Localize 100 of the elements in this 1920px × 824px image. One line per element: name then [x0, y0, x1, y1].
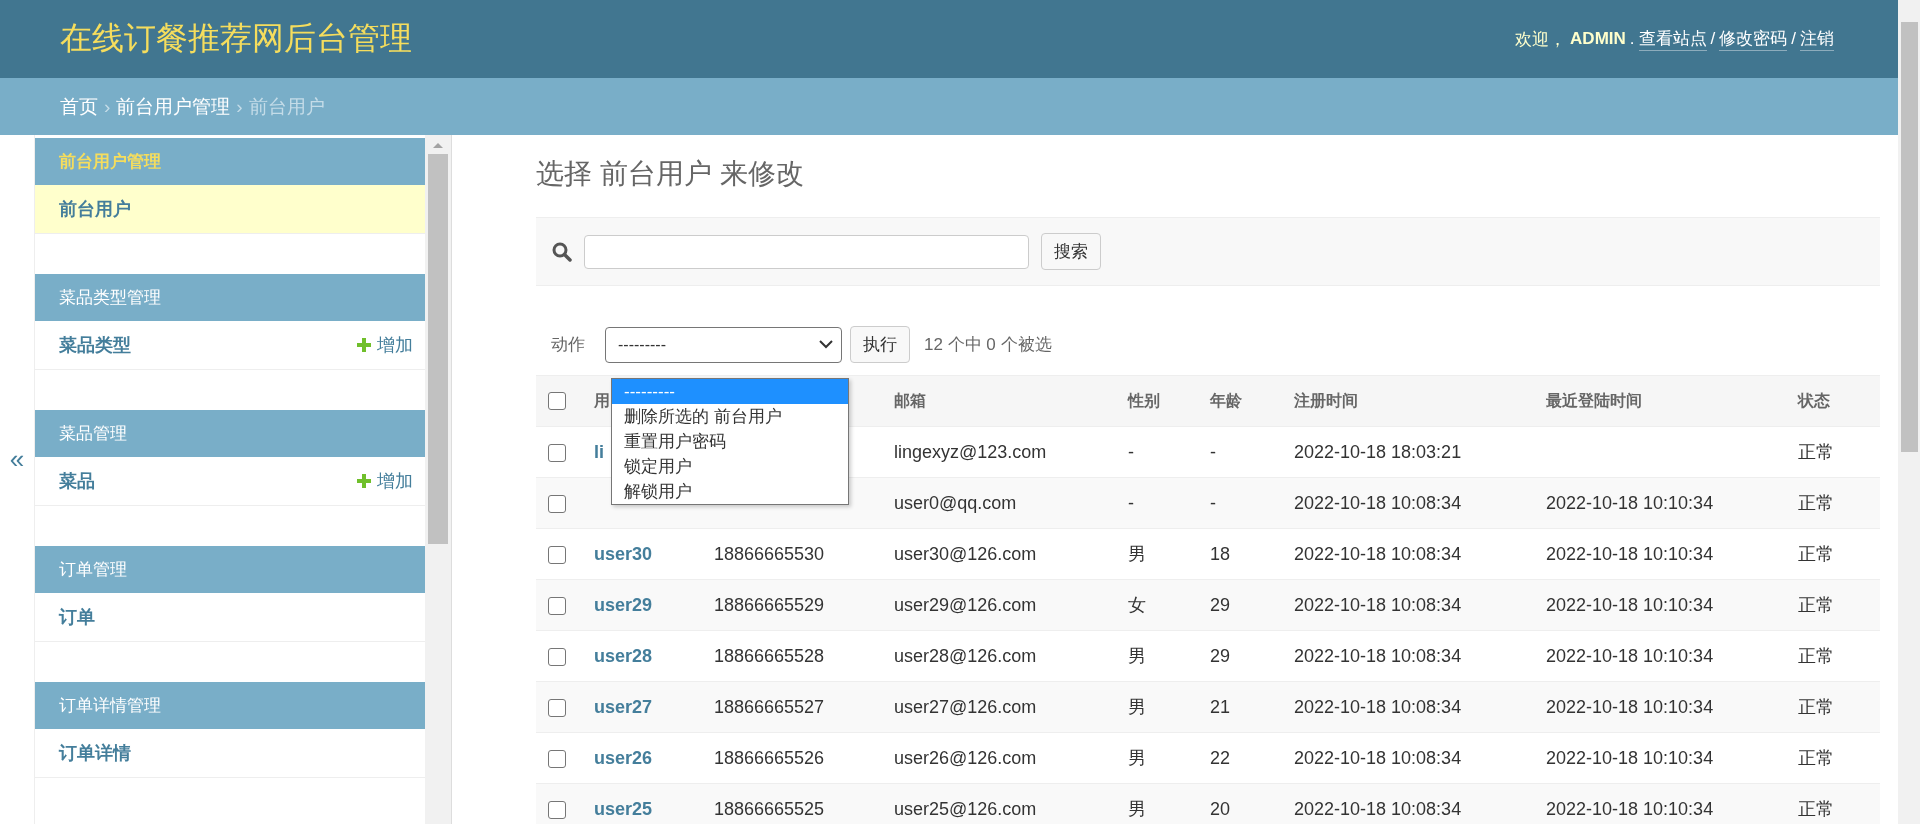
table-cell: - [1210, 441, 1216, 462]
column-header[interactable]: 用 [594, 391, 610, 409]
module-caption[interactable]: 菜品管理 [35, 410, 425, 457]
model-name[interactable]: 订单 [59, 605, 95, 629]
username-link[interactable]: user30 [594, 543, 653, 564]
dropdown-option[interactable]: 锁定用户 [612, 454, 848, 479]
row-checkbox[interactable] [548, 494, 566, 513]
add-link[interactable]: 增加 [357, 469, 413, 493]
table-cell: 2022-10-18 10:10:34 [1546, 696, 1714, 717]
column-header[interactable]: 最近登陆时间 [1546, 391, 1642, 409]
row-checkbox[interactable] [548, 698, 566, 717]
table-cell: 2022-10-18 10:08:34 [1294, 543, 1462, 564]
model-name[interactable]: 前台用户 [59, 197, 131, 221]
action-label: 动作 [551, 334, 585, 356]
table-cell: user27@126.com [894, 696, 1037, 717]
row-checkbox[interactable] [548, 647, 566, 666]
table-cell: - [1128, 492, 1134, 513]
dropdown-option[interactable]: 删除所选的 前台用户 [612, 404, 848, 429]
table-cell: 男 [1128, 646, 1146, 666]
table-cell: user26@126.com [894, 747, 1037, 768]
search-button[interactable]: 搜索 [1041, 233, 1101, 270]
table-cell: 20 [1210, 798, 1231, 819]
username-link[interactable]: user29 [594, 594, 653, 615]
plus-icon [357, 474, 371, 488]
table-cell: 2022-10-18 18:03:21 [1294, 441, 1462, 462]
header-link[interactable]: 修改密码 [1719, 27, 1788, 51]
select-all-checkbox[interactable] [548, 392, 566, 411]
table-cell: - [1128, 441, 1134, 462]
table-cell: 2022-10-18 10:08:34 [1294, 594, 1462, 615]
username: ADMIN [1570, 29, 1626, 49]
table-cell: 18866665525 [714, 798, 825, 819]
table-cell: user25@126.com [894, 798, 1037, 819]
table-cell: 男 [1128, 799, 1146, 819]
search-field[interactable] [584, 234, 1029, 269]
table-cell: 2022-10-18 10:10:34 [1546, 594, 1714, 615]
column-header[interactable]: 性别 [1128, 391, 1160, 409]
row-checkbox[interactable] [548, 749, 566, 768]
site-title: 在线订餐推荐网后台管理 [60, 19, 412, 58]
column-header[interactable]: 注册时间 [1294, 391, 1358, 409]
header-link[interactable]: 查看站点 [1638, 27, 1707, 51]
table-cell: - [1210, 492, 1216, 513]
username-link[interactable]: user28 [594, 645, 653, 666]
table-cell: 2022-10-18 10:08:34 [1294, 798, 1462, 819]
table-cell: 正常 [1798, 697, 1834, 717]
column-header[interactable]: 年龄 [1210, 391, 1242, 409]
model-name[interactable]: 菜品 [59, 469, 95, 493]
table-cell: 18866665530 [714, 543, 825, 564]
column-header[interactable]: 状态 [1798, 391, 1830, 409]
username-link[interactable]: user26 [594, 747, 653, 768]
row-checkbox[interactable] [548, 443, 566, 462]
separator: / [1791, 29, 1796, 49]
page-title: 选择 前台用户 来修改 [536, 157, 805, 191]
header-link[interactable]: 注销 [1800, 27, 1834, 51]
breadcrumb: 前台用户 [248, 94, 325, 119]
dropdown-option[interactable]: 解锁用户 [612, 479, 848, 504]
table-cell: 21 [1210, 696, 1231, 717]
sidebar-item[interactable]: 菜品 增加 [35, 457, 425, 506]
table-cell: 正常 [1798, 799, 1834, 819]
table-cell: 2022-10-18 10:10:34 [1546, 798, 1714, 819]
table-cell: 2022-10-18 10:08:34 [1294, 492, 1462, 513]
selection-counter: 12 个中 0 个被选 [924, 334, 1052, 356]
chevron-icon [819, 340, 833, 349]
breadcrumb[interactable]: 前台用户管理 [116, 93, 231, 120]
table-cell: 男 [1128, 544, 1146, 564]
table-cell: 18 [1210, 543, 1231, 564]
table-cell: 男 [1128, 697, 1146, 717]
row-checkbox[interactable] [548, 545, 566, 564]
table-cell: 正常 [1798, 493, 1834, 513]
breadcrumb-separator: › [236, 95, 243, 118]
page-scrollbar[interactable] [1898, 0, 1920, 824]
sidebar-item[interactable]: 菜品类型 增加 [35, 321, 425, 370]
welcome-text: 欢迎， [1515, 28, 1567, 51]
column-header[interactable]: 邮箱 [894, 391, 926, 409]
sidebar-scrollbar[interactable] [425, 135, 452, 824]
separator: . [1629, 29, 1635, 49]
username-link[interactable]: user27 [594, 696, 653, 717]
sidebar-item[interactable]: 前台用户 [35, 185, 425, 234]
dropdown-option[interactable]: --------- [612, 379, 848, 404]
module-caption[interactable]: 订单管理 [35, 546, 425, 593]
module-caption[interactable]: 菜品类型管理 [35, 274, 425, 321]
search-icon [552, 241, 572, 262]
collapse-sidebar-toggle[interactable]: « [9, 444, 25, 475]
dropdown-option[interactable]: 重置用户密码 [612, 429, 848, 454]
go-button[interactable]: 执行 [850, 326, 910, 363]
table-cell: 22 [1210, 747, 1231, 768]
add-link[interactable]: 增加 [357, 333, 413, 357]
table-cell: 18866665526 [714, 747, 825, 768]
breadcrumb-separator: › [104, 95, 111, 118]
row-checkbox[interactable] [548, 800, 566, 819]
row-checkbox[interactable] [548, 596, 566, 615]
breadcrumb[interactable]: 首页 [60, 93, 98, 120]
table-cell: 正常 [1798, 595, 1834, 615]
table-cell: 正常 [1798, 544, 1834, 564]
username-link[interactable]: li [594, 441, 604, 462]
model-name[interactable]: 订单详情 [59, 741, 131, 765]
model-name[interactable]: 菜品类型 [59, 333, 131, 357]
table-cell: 2022-10-18 10:08:34 [1294, 747, 1462, 768]
action-select[interactable]: --------- [605, 326, 842, 363]
module-caption[interactable]: 订单详情管理 [35, 682, 425, 729]
table-cell: 18866665527 [714, 696, 825, 717]
